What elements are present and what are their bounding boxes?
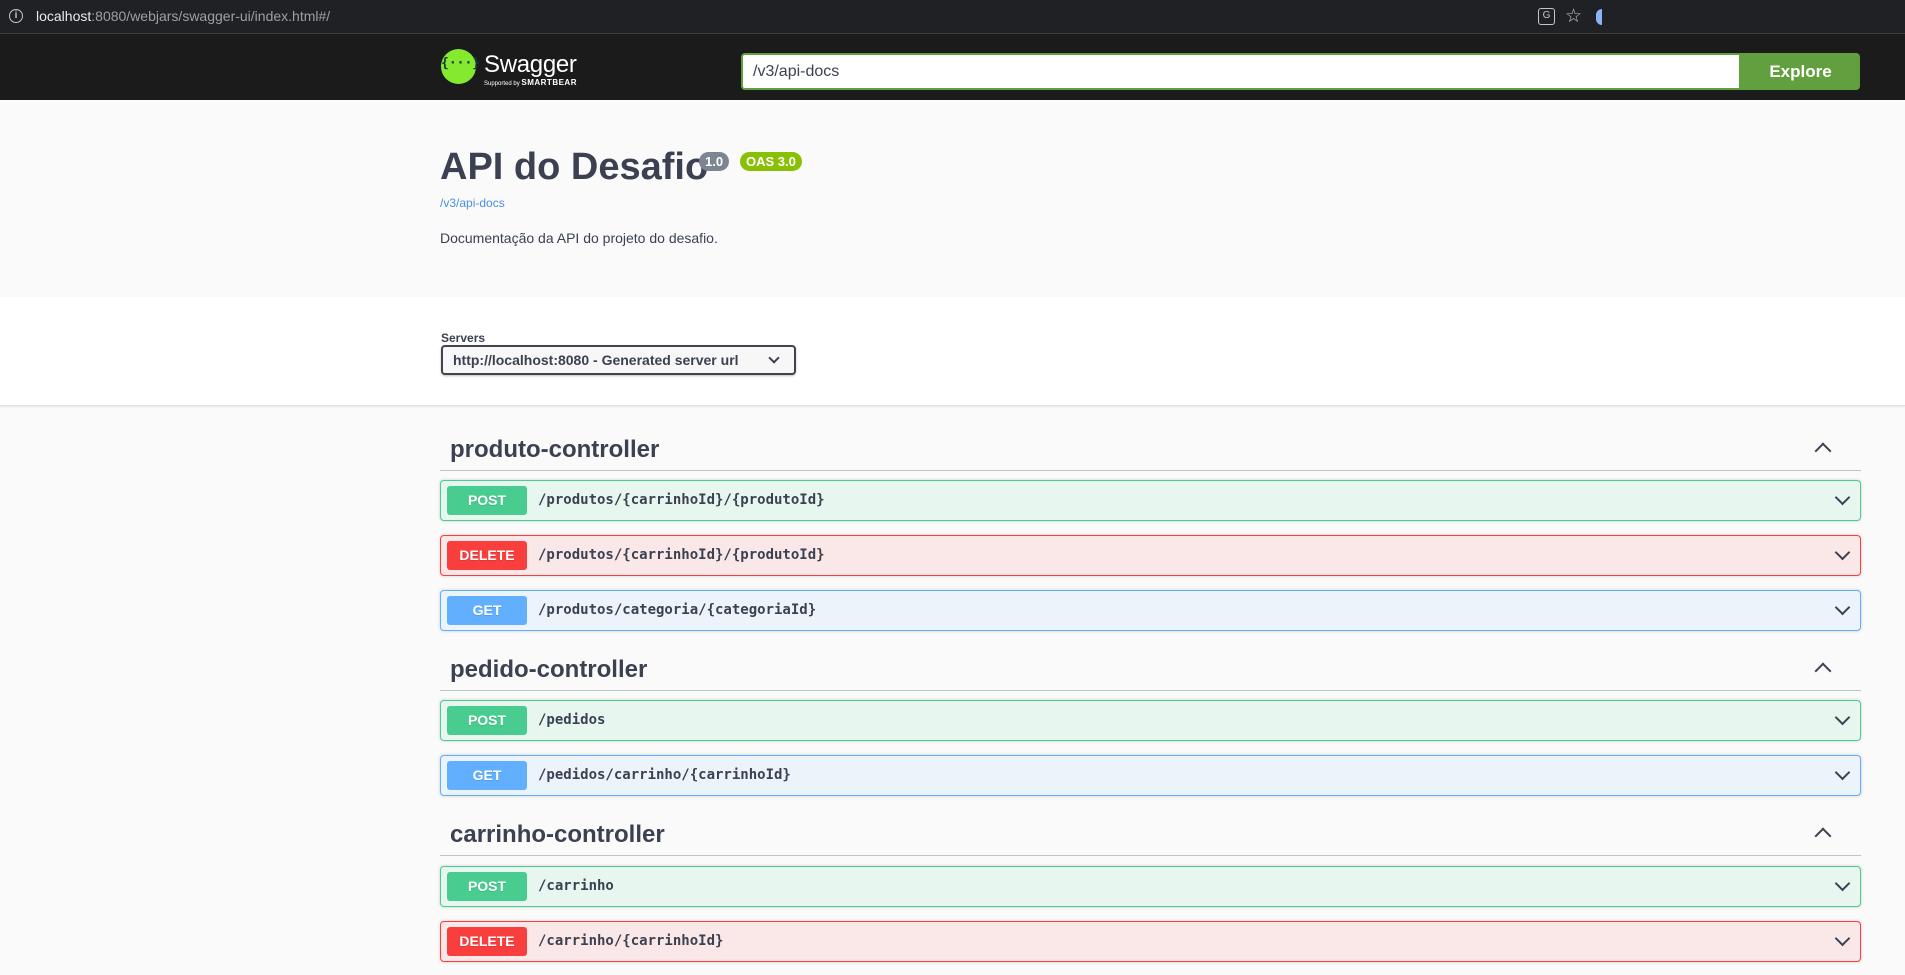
url-bar[interactable]: localhost:8080/webjars/swagger-ui/index.…: [36, 8, 330, 24]
site-info-icon[interactable]: i: [9, 9, 23, 23]
tag-title: carrinho-controller: [450, 821, 665, 848]
operation-path: /produtos/{carrinhoId}/{produtoId}: [538, 492, 825, 508]
logo-subtitle: Supported by SMARTBEAR: [484, 78, 577, 87]
operation-row[interactable]: DELETE /carrinho/{carrinhoId}: [440, 921, 1861, 962]
method-badge: GET: [447, 761, 527, 790]
explore-button[interactable]: Explore: [1741, 53, 1860, 90]
browser-address-bar: i localhost:8080/webjars/swagger-ui/inde…: [0, 0, 1905, 34]
chevron-up-icon[interactable]: [1814, 442, 1832, 460]
method-badge: POST: [447, 872, 527, 901]
chevron-down-icon[interactable]: [1834, 764, 1851, 781]
tag-carrinho-controller[interactable]: carrinho-controller: [440, 810, 1861, 856]
extension-icon[interactable]: [1596, 9, 1602, 25]
chevron-down-icon[interactable]: [1834, 709, 1851, 726]
operation-row[interactable]: DELETE /produtos/{carrinhoId}/{produtoId…: [440, 535, 1861, 576]
operation-row[interactable]: POST /produtos/{carrinhoId}/{produtoId}: [440, 480, 1861, 521]
tag-pedido-controller[interactable]: pedido-controller: [440, 645, 1861, 691]
chevron-up-icon[interactable]: [1814, 662, 1832, 680]
chevron-up-icon[interactable]: [1814, 827, 1832, 845]
operation-row[interactable]: POST /pedidos: [440, 700, 1861, 741]
chevron-down-icon[interactable]: [1834, 930, 1851, 947]
swagger-logo-icon: {···}: [441, 49, 480, 84]
servers-selected-value: http://localhost:8080 - Generated server…: [453, 352, 739, 368]
chevron-down-icon: [768, 352, 780, 364]
chevron-down-icon[interactable]: [1834, 489, 1851, 506]
operation-path: /carrinho/{carrinhoId}: [538, 933, 724, 949]
chevron-down-icon[interactable]: [1834, 544, 1851, 561]
operation-path: /pedidos/carrinho/{carrinhoId}: [538, 767, 791, 783]
servers-select[interactable]: http://localhost:8080 - Generated server…: [441, 345, 796, 375]
method-badge: DELETE: [447, 927, 527, 956]
operation-path: /carrinho: [538, 878, 614, 894]
method-badge: POST: [447, 706, 527, 735]
oas-badge: OAS 3.0: [740, 152, 802, 171]
translate-icon[interactable]: G: [1538, 8, 1555, 25]
tag-produto-controller[interactable]: produto-controller: [440, 425, 1861, 471]
tag-title: produto-controller: [450, 436, 660, 463]
chevron-down-icon[interactable]: [1834, 875, 1851, 892]
api-url-input[interactable]: [741, 53, 1741, 90]
operation-path: /produtos/{carrinhoId}/{produtoId}: [538, 547, 825, 563]
bookmark-star-icon[interactable]: ☆: [1565, 5, 1582, 28]
servers-section: [0, 297, 1905, 406]
servers-label: Servers: [441, 331, 486, 345]
tag-title: pedido-controller: [450, 656, 648, 683]
operation-path: /pedidos: [538, 712, 606, 728]
method-badge: DELETE: [447, 541, 527, 570]
operation-row[interactable]: GET /pedidos/carrinho/{carrinhoId}: [440, 755, 1861, 796]
operation-row[interactable]: GET /produtos/categoria/{categoriaId}: [440, 590, 1861, 631]
api-docs-link[interactable]: /v3/api-docs: [440, 196, 505, 210]
method-badge: POST: [447, 486, 527, 515]
operation-path: /produtos/categoria/{categoriaId}: [538, 602, 817, 618]
page-title: API do Desafio: [440, 146, 709, 188]
operation-row[interactable]: POST /carrinho: [440, 866, 1861, 907]
chevron-down-icon[interactable]: [1834, 599, 1851, 616]
logo-name: Swagger: [484, 51, 577, 78]
url-host: localhost: [36, 8, 92, 24]
method-badge: GET: [447, 596, 527, 625]
url-path: :8080/webjars/swagger-ui/index.html#/: [91, 8, 331, 24]
api-description: Documentação da API do projeto do desafi…: [440, 230, 718, 246]
version-badge: 1.0: [699, 152, 730, 171]
